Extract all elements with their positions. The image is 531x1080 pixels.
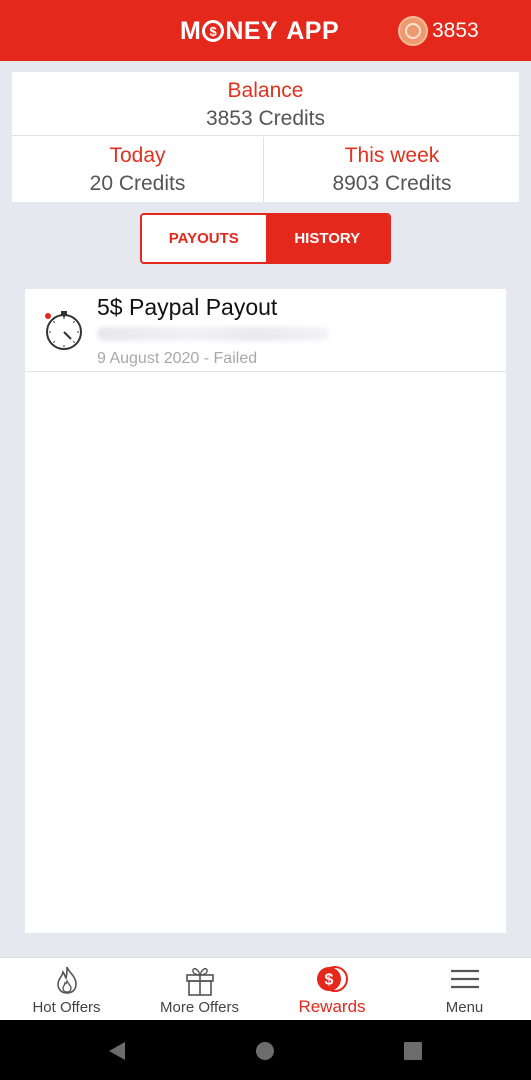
today-label: Today [109,144,166,167]
recents-icon[interactable] [402,1040,424,1062]
hamburger-icon [450,969,479,989]
bottom-nav: Hot Offers More Offers $ Rewards Menu [0,957,531,1020]
history-list: 5$ Paypal Payout 9 August 2020 - Failed [25,289,506,933]
week-value: 8903 Credits [332,172,452,195]
nav-menu[interactable]: Menu [398,958,531,1021]
nav-label: Rewards [298,997,366,1016]
balance-stat: Balance 3853 Credits [12,72,519,136]
tab-payouts[interactable]: PAYOUTS [142,215,266,262]
credits-value: 3853 [432,19,479,42]
svg-text:$: $ [325,972,334,989]
app-logo: M $ NEY APP [180,15,339,47]
stats-card: Balance 3853 Credits Today 20 Credits Th… [12,72,519,202]
payout-status: 9 August 2020 - Failed [97,350,258,367]
nav-label: Menu [445,999,484,1016]
stopwatch-icon [45,311,82,350]
home-icon[interactable] [254,1040,276,1062]
coin-icon [398,16,428,46]
nav-label: More Offers [160,999,239,1016]
app-header: M $ NEY APP 3853 [0,0,531,61]
back-icon[interactable] [106,1040,128,1062]
today-value: 20 Credits [89,172,186,195]
balance-label: Balance [227,79,304,102]
nav-label: Hot Offers [32,999,101,1016]
logo-coin-icon: $ [202,20,225,42]
payout-title: 5$ Paypal Payout [97,294,278,320]
nav-hot-offers[interactable]: Hot Offers [0,958,133,1021]
dollar-coin-icon: $ [317,966,348,992]
week-stat: This week 8903 Credits [265,137,519,202]
today-stat: Today 20 Credits [12,137,264,202]
logo-text-app: APP [286,16,340,45]
payouts-history-toggle: PAYOUTS HISTORY [140,213,391,264]
logo-text-ney: NEY [225,16,279,45]
credits-counter[interactable]: 3853 [398,16,479,46]
nav-more-offers[interactable]: More Offers [133,958,266,1021]
logo-text-m: M [180,16,202,45]
system-nav-bar [0,1020,531,1080]
week-label: This week [344,144,440,167]
tab-history[interactable]: HISTORY [265,215,389,262]
list-item[interactable]: 5$ Paypal Payout 9 August 2020 - Failed [25,289,506,372]
redacted-email [97,327,329,341]
flame-icon [56,966,77,994]
balance-value: 3853 Credits [205,107,326,130]
nav-rewards[interactable]: $ Rewards [266,958,398,1021]
gift-icon [185,967,214,996]
